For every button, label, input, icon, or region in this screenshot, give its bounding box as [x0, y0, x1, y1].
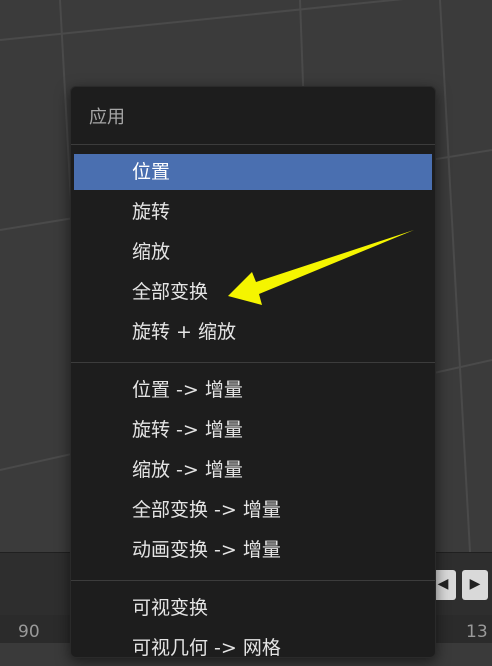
menu-item-rotation-to-deltas[interactable]: 旋转 -> 增量	[74, 412, 432, 448]
menu-separator	[71, 362, 435, 363]
menu-item-location-to-deltas[interactable]: 位置 -> 增量	[74, 372, 432, 408]
menu-item-rotation-scale[interactable]: 旋转 + 缩放	[74, 314, 432, 350]
menu-item-animated-transforms-to-deltas[interactable]: 动画变换 -> 增量	[74, 532, 432, 568]
menu-item-all-transforms[interactable]: 全部变换	[74, 274, 432, 310]
menu-header: 应用	[89, 107, 125, 128]
apply-context-menu: 应用 位置 旋转 缩放 全部变换 旋转 + 缩放 位置 -> 增量 旋转 -> …	[70, 86, 436, 659]
frame-number-left: 90	[18, 622, 40, 642]
menu-item-scale-to-deltas[interactable]: 缩放 -> 增量	[74, 452, 432, 488]
menu-item-all-transforms-to-deltas[interactable]: 全部变换 -> 增量	[74, 492, 432, 528]
menu-item-location[interactable]: 位置	[74, 154, 432, 190]
frame-number-right: 13	[466, 622, 488, 642]
menu-item-scale[interactable]: 缩放	[74, 234, 432, 270]
next-frame-button[interactable]: ▶	[462, 570, 488, 600]
next-arrow-icon: ▶	[469, 576, 481, 592]
menu-separator	[71, 144, 435, 145]
menu-separator	[71, 580, 435, 581]
menu-item-visual-geometry-to-mesh[interactable]: 可视几何 -> 网格	[74, 630, 432, 666]
menu-item-rotation[interactable]: 旋转	[74, 194, 432, 230]
menu-item-visual-transform[interactable]: 可视变换	[74, 590, 432, 626]
